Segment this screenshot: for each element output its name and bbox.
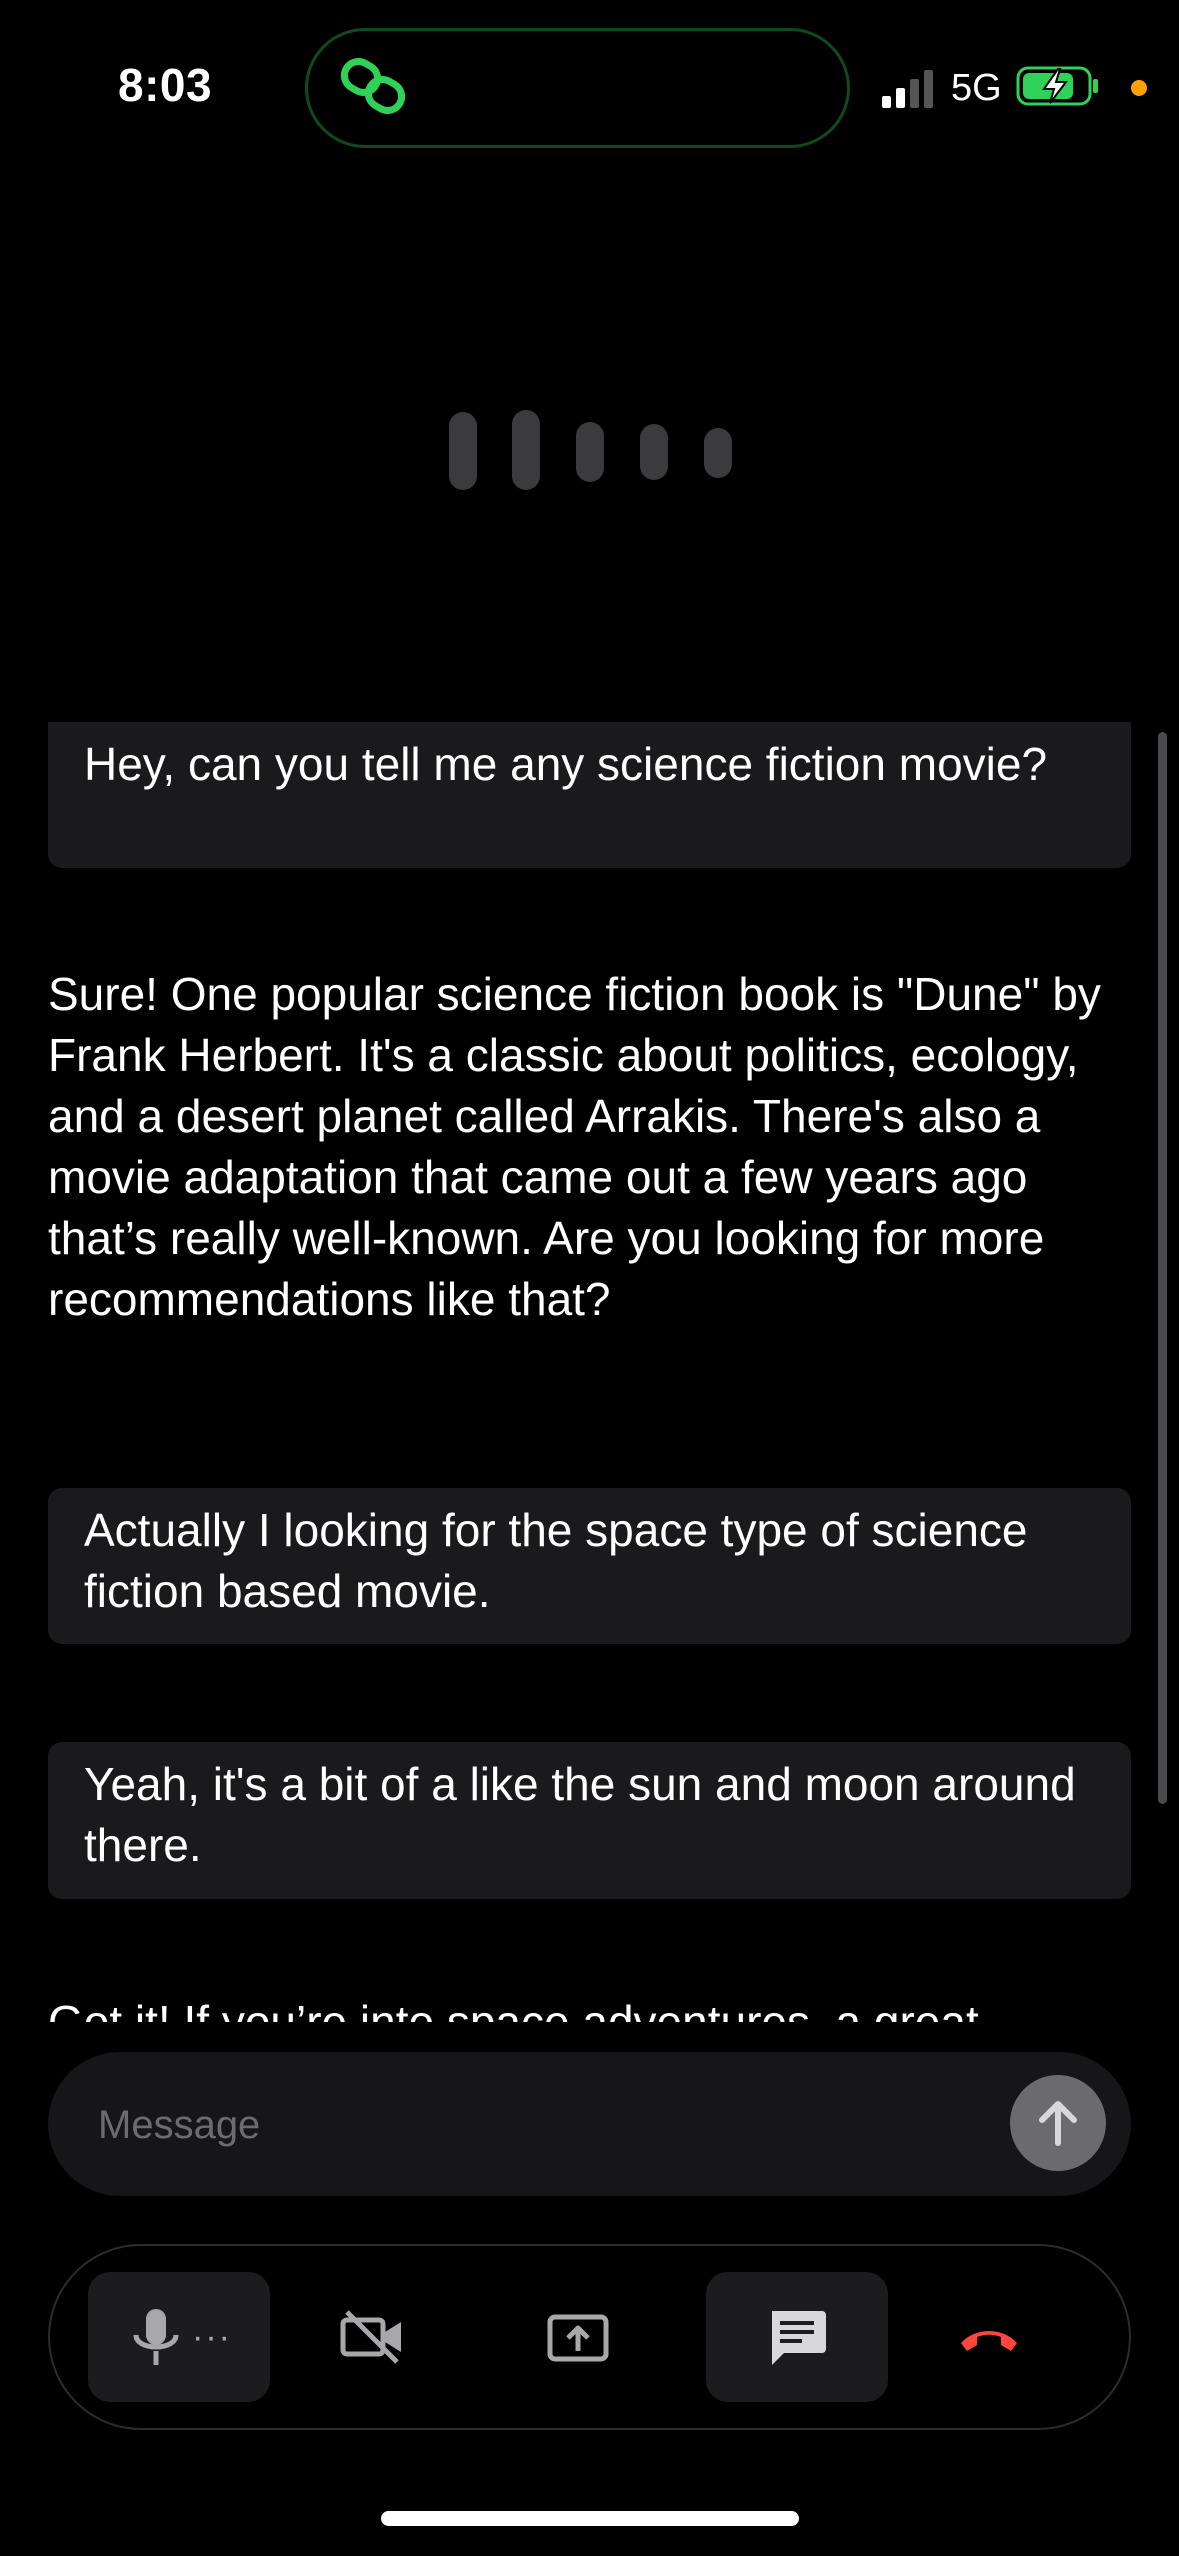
- user-message: Hey, can you tell me any science fiction…: [48, 722, 1131, 868]
- voice-bar: [640, 424, 668, 480]
- status-time: 8:03: [118, 59, 213, 111]
- microphone-options-icon: ···: [192, 2317, 232, 2356]
- microphone-icon: [133, 2309, 179, 2365]
- message-text: Hey, can you tell me any science fiction…: [84, 738, 1048, 790]
- assistant-message: Sure! One popular science fiction book i…: [48, 964, 1131, 1330]
- battery-charging-icon: [1016, 66, 1098, 106]
- linked-rings-icon: [340, 58, 406, 114]
- call-controls: ···: [48, 2244, 1131, 2430]
- voice-bar: [704, 428, 732, 478]
- video-toggle-button[interactable]: [298, 2272, 448, 2402]
- scrollbar[interactable]: [1158, 732, 1167, 1804]
- chat-toggle-button[interactable]: [706, 2272, 888, 2402]
- user-message: Yeah, it's a bit of a like the sun and m…: [48, 1742, 1131, 1899]
- privacy-indicator-dot: [1131, 80, 1147, 96]
- message-text: Actually I looking for the space type of…: [84, 1504, 1028, 1617]
- screen-share-button[interactable]: [503, 2272, 653, 2402]
- video-off-icon: [340, 2310, 401, 2364]
- home-indicator[interactable]: [381, 2511, 799, 2526]
- microphone-button[interactable]: ···: [88, 2272, 270, 2402]
- voice-activity-indicator: [0, 410, 1179, 494]
- message-text: Yeah, it's a bit of a like the sun and m…: [84, 1758, 1076, 1871]
- end-call-icon: [961, 2331, 1017, 2351]
- chat-transcript[interactable]: Hey, can you tell me any science fiction…: [0, 722, 1179, 2022]
- screen-share-icon: [547, 2314, 609, 2362]
- dynamic-island[interactable]: [305, 28, 850, 148]
- voice-bar: [449, 412, 477, 490]
- message-input[interactable]: [96, 2092, 1000, 2158]
- end-call-button[interactable]: [914, 2272, 1064, 2402]
- voice-bar: [512, 410, 540, 490]
- arrow-up-icon: [1039, 2101, 1077, 2146]
- send-button[interactable]: [1010, 2075, 1106, 2171]
- user-message: Actually I looking for the space type of…: [48, 1488, 1131, 1644]
- voice-bar: [576, 422, 604, 482]
- chat-icon: [772, 2311, 826, 2365]
- message-text: Sure! One popular science fiction book i…: [48, 968, 1101, 1325]
- assistant-message: Got it! If you’re into space adventures,…: [48, 1992, 1131, 2022]
- network-type: 5G: [951, 67, 1002, 109]
- message-composer: [48, 2052, 1131, 2196]
- message-text: Got it! If you’re into space adventures,…: [48, 1996, 979, 2022]
- cellular-signal-icon: [882, 70, 933, 108]
